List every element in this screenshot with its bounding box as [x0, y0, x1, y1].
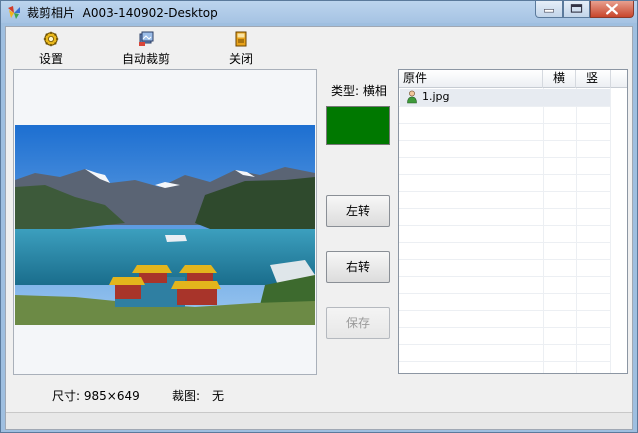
column-divider	[576, 88, 577, 373]
close-button[interactable]: 关闭	[224, 29, 258, 66]
row-divider	[399, 191, 611, 192]
landscape-photo-image	[15, 125, 315, 325]
crop-tool-icon	[139, 31, 154, 46]
row-divider	[399, 259, 611, 260]
window-title: 裁剪相片 A003-140902-Desktop	[27, 4, 218, 21]
row-divider	[399, 242, 611, 243]
maximize-button[interactable]	[563, 1, 590, 18]
title-bar[interactable]: 裁剪相片 A003-140902-Desktop	[1, 1, 637, 23]
bottom-status-strip	[6, 412, 632, 429]
column-divider	[543, 88, 544, 373]
auto-crop-label: 自动裁剪	[121, 52, 170, 66]
row-divider	[399, 140, 611, 141]
table-row[interactable]: 1.jpg	[400, 89, 610, 106]
toolbar: 设置 自动裁剪 关闭	[6, 27, 632, 67]
main-area: 设置 自动裁剪 关闭 类型: 横相 左转 右转 保存 原件 横 竖 1.jpg …	[5, 26, 633, 430]
rotate-left-button[interactable]: 左转	[326, 195, 390, 227]
settings-button[interactable]: 设置	[34, 29, 68, 66]
crop-status-label: 裁图:	[172, 389, 201, 403]
save-button[interactable]: 保存	[326, 307, 390, 339]
app-window: 裁剪相片 A003-140902-Desktop 设置 自动裁剪 关闭 类型: …	[0, 0, 638, 433]
row-divider	[399, 327, 611, 328]
file-list-table[interactable]: 原件 横 竖 1.jpg	[398, 69, 628, 374]
row-divider	[399, 361, 611, 362]
file-list-header: 原件 横 竖	[399, 70, 627, 88]
row-divider	[399, 123, 611, 124]
row-divider	[399, 157, 611, 158]
column-header-landscape[interactable]: 横	[543, 70, 576, 88]
column-header-portrait[interactable]: 竖	[576, 70, 611, 88]
close-icon	[606, 3, 618, 15]
auto-crop-button[interactable]: 自动裁剪	[118, 29, 174, 66]
row-divider	[399, 276, 611, 277]
person-file-icon	[407, 90, 417, 104]
row-divider	[399, 174, 611, 175]
crop-status-value: 无	[212, 389, 225, 403]
row-divider	[399, 344, 611, 345]
window-title-app: 裁剪相片	[27, 6, 76, 20]
photo-preview	[15, 125, 315, 325]
exit-book-icon	[235, 31, 247, 47]
column-divider	[610, 88, 611, 373]
row-divider	[399, 293, 611, 294]
app-logo-icon	[8, 6, 20, 19]
window-title-computer: A003-140902-Desktop	[82, 6, 218, 20]
minimize-icon	[544, 9, 554, 13]
column-header-original[interactable]: 原件	[399, 70, 543, 88]
minimize-button[interactable]	[535, 1, 563, 18]
image-preview-panel	[13, 69, 317, 375]
crop-type-color-swatch	[326, 106, 390, 145]
rotate-right-button[interactable]: 右转	[326, 251, 390, 283]
gear-icon	[43, 31, 59, 47]
file-name: 1.jpg	[422, 90, 450, 103]
status-bar: 尺寸: 985×649 裁图: 无	[6, 377, 632, 411]
crop-type-label: 类型: 横相	[331, 84, 387, 98]
row-divider	[399, 208, 611, 209]
settings-label: 设置	[38, 52, 63, 66]
close-window-button[interactable]	[590, 1, 634, 18]
row-divider	[399, 106, 611, 107]
close-label: 关闭	[228, 52, 253, 66]
row-divider	[399, 310, 611, 311]
row-divider	[399, 225, 611, 226]
maximize-icon	[570, 4, 583, 13]
image-size-text: 尺寸: 985×649	[52, 389, 140, 403]
